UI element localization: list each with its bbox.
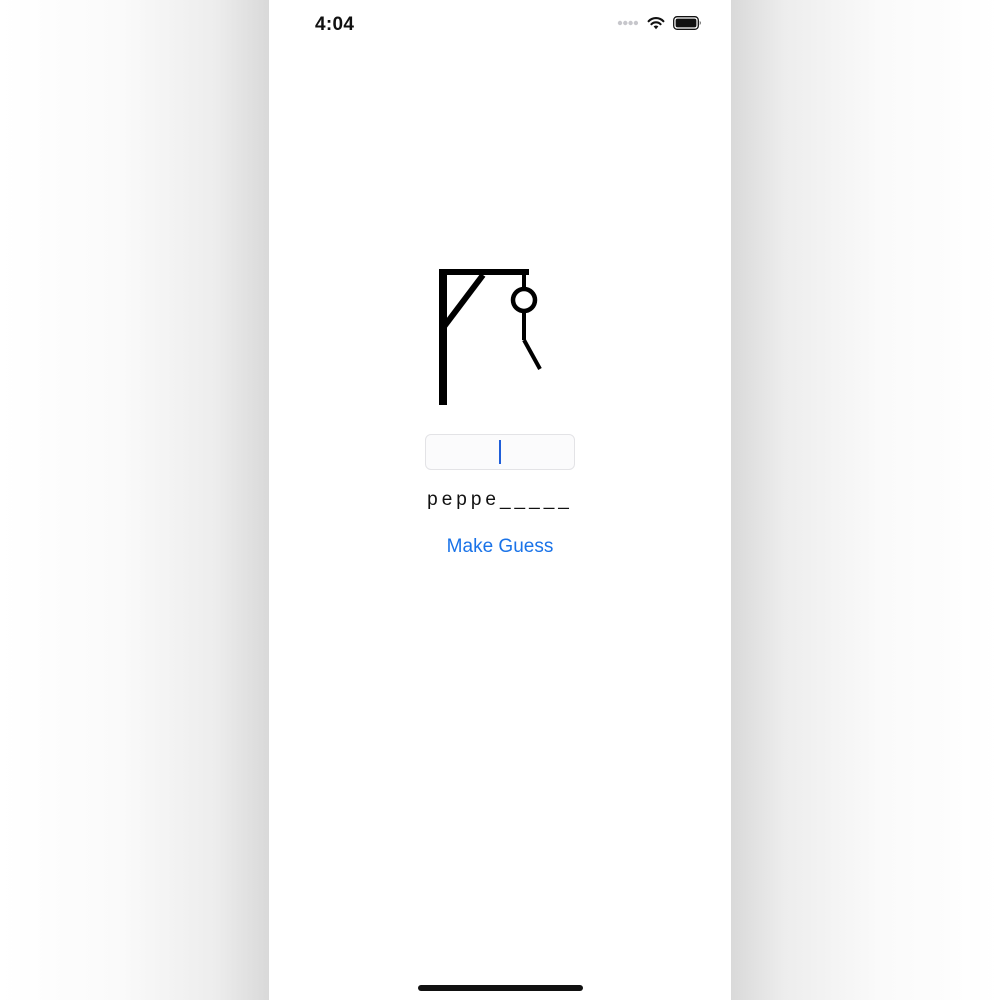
wifi-icon	[647, 17, 665, 30]
home-indicator[interactable]	[418, 985, 583, 991]
right-backdrop	[731, 0, 1000, 1000]
status-time: 4:04	[315, 14, 355, 35]
battery-icon	[673, 16, 701, 30]
gallows-icon	[439, 269, 542, 405]
screenshot-canvas: 4:04 peppe_____ Make Guess	[0, 0, 1000, 1000]
signal-dots-icon	[617, 20, 639, 26]
left-backdrop	[0, 0, 269, 1000]
gallows-brace	[440, 273, 486, 330]
hangman-head	[510, 286, 538, 314]
text-caret	[499, 440, 501, 464]
hangman-body-lower	[522, 339, 542, 370]
word-display: peppe_____	[427, 489, 573, 510]
phone-screen: 4:04 peppe_____ Make Guess	[269, 0, 731, 1000]
make-guess-button[interactable]: Make Guess	[269, 536, 731, 558]
status-icons	[617, 16, 702, 30]
